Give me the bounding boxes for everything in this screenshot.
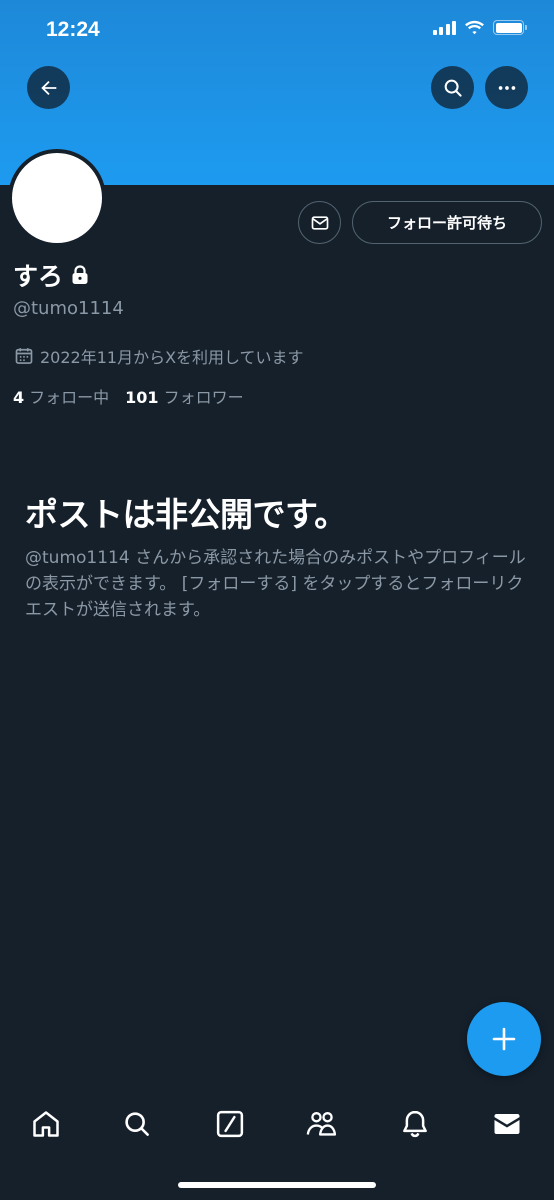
cellular-signal-icon [432,20,456,35]
nav-messages[interactable] [487,1104,527,1144]
follow-stats: 4 フォロー中 101 フォロワー [13,384,260,408]
arrow-left-icon [40,80,56,95]
bell-icon [403,1110,427,1138]
follow-pending-button[interactable]: フォロー許可待ち [352,201,542,244]
communities-icon [306,1112,337,1136]
profile-screen: 12:24 フォロー許可待ち すろ @tumo1114 2022年11月からXを… [0,0,554,1200]
mail-icon [494,1114,520,1134]
battery-icon [493,20,527,35]
message-button[interactable] [298,201,341,244]
nav-notifications[interactable] [395,1104,435,1144]
nav-search[interactable] [117,1104,157,1144]
home-indicator [178,1182,376,1188]
more-horizontal-icon [498,85,515,90]
plus-icon [492,1027,516,1051]
avatar[interactable] [8,149,106,247]
home-icon [33,1111,59,1137]
private-notice-description: @tumo1114 さんから承認された場合のみポストやプロフィールの表示ができま… [25,548,526,620]
private-notice-title: ポストは非公開です。 [25,495,347,534]
display-name: すろ [13,257,89,293]
more-options-button[interactable] [485,66,528,109]
following-label[interactable]: フォロー中 [29,384,109,408]
display-name-text: すろ [13,262,64,291]
followers-label[interactable]: フォロワー [164,384,244,408]
compose-button[interactable] [467,1002,541,1076]
following-count[interactable]: 4 [13,388,24,407]
search-icon [125,1112,149,1136]
wifi-icon [465,20,484,35]
back-button[interactable] [27,66,70,109]
profile-handle: @tumo1114 [13,298,124,319]
joined-text: 2022年11月からXを利用しています [40,348,304,367]
joined-date: 2022年11月からXを利用しています [14,344,304,368]
search-button[interactable] [431,66,474,109]
grok-icon [216,1110,244,1138]
mail-icon [311,215,328,230]
status-icons [432,20,527,35]
nav-grok[interactable] [210,1104,250,1144]
calendar-icon [15,348,33,364]
status-time: 12:24 [46,18,100,41]
search-icon [444,79,462,97]
nav-communities[interactable] [302,1104,342,1144]
lock-icon [72,265,88,284]
followers-count[interactable]: 101 [125,388,158,407]
nav-home[interactable] [26,1104,66,1144]
